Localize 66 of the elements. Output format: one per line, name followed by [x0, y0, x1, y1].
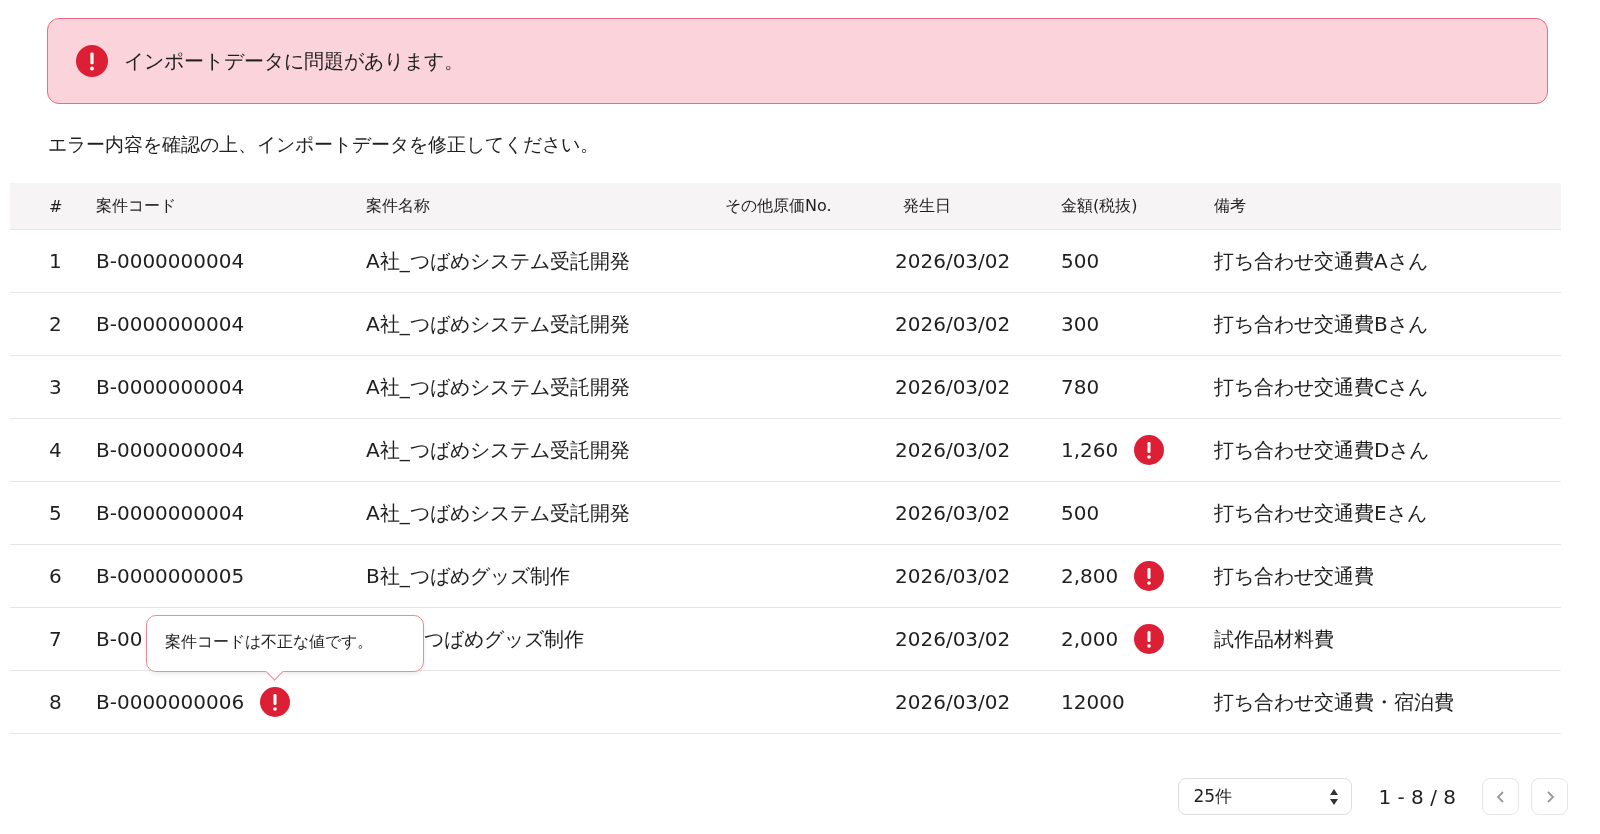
table-cell: 12000 [1061, 690, 1125, 714]
table-cell-text: 打ち合わせ交通費・宿泊費 [1214, 688, 1455, 716]
table-cell: 1,260 [1061, 438, 1119, 462]
table-cell: B-0000000004 [96, 501, 245, 525]
row-number: 4 [48, 438, 63, 462]
table-cell-text: 打ち合わせ交通費Bさん [1214, 310, 1429, 338]
column-header: 備考 [1214, 195, 1247, 217]
table-cell-text: 2026/03/02 [895, 690, 1012, 714]
table-cell-text: 2026/03/02 [895, 312, 1012, 336]
row-number: 6 [48, 564, 63, 588]
table-cell-text: 2026/03/02 [895, 375, 1012, 399]
table-cell: 300 [1061, 312, 1100, 336]
column-header: その他原価No. [725, 195, 833, 217]
table-cell-text: 打ち合わせ交通費Eさん [1214, 499, 1428, 527]
table-cell: B-00 [96, 627, 143, 651]
error-icon[interactable] [260, 687, 291, 717]
page-range: 1 - 8 / 8 [1378, 784, 1456, 809]
table-cell: A社_つばめシステム受託開発 [366, 248, 630, 273]
table-cell-text: 打ち合わせ交通費Dさん [1214, 436, 1431, 464]
table-cell: B社_つばめグッズ制作 [366, 563, 570, 588]
table-cell: A社_つばめシステム受託開発 [366, 311, 630, 336]
table-cell: つばめグッズ制作 [424, 626, 584, 651]
column-header: 発生日 [902, 195, 952, 217]
alert-message: インポートデータに問題があります。 [124, 47, 464, 75]
column-header: 案件名称 [366, 195, 431, 217]
table-cell-text: 2026/03/02 [895, 249, 1012, 273]
table-cell-text: 2026/03/02 [895, 501, 1012, 525]
table-cell: B-0000000004 [96, 438, 245, 462]
column-header: 金額(税抜) [1061, 195, 1139, 217]
table-cell: 2,800 [1061, 564, 1119, 588]
table-cell: B-0000000004 [96, 312, 245, 336]
error-icon [76, 45, 108, 77]
table-cell: B-0000000004 [96, 249, 245, 273]
table-cell-text: 打ち合わせ交通費Aさん [1214, 247, 1429, 275]
table-cell-text: 試作品材料費 [1214, 625, 1335, 653]
error-icon[interactable] [1134, 561, 1165, 591]
table-cell: A社_つばめシステム受託開発 [366, 500, 630, 525]
row-number: 1 [48, 249, 63, 273]
chevron-right-icon [1544, 789, 1555, 804]
row-number: 3 [48, 375, 63, 399]
error-icon[interactable] [1134, 624, 1165, 654]
table-cell: B-0000000004 [96, 375, 245, 399]
table-cell: 500 [1061, 501, 1100, 525]
chevron-left-icon [1495, 789, 1506, 804]
row-number: 2 [48, 312, 63, 336]
table-cell-text: 2026/03/02 [895, 564, 1012, 588]
table-cell: A社_つばめシステム受託開発 [366, 437, 630, 462]
table-cell-text: 2026/03/02 [895, 438, 1012, 462]
row-number: 5 [48, 501, 63, 525]
row-number: 8 [48, 690, 63, 714]
sort-caret-icon [1329, 787, 1340, 806]
error-icon[interactable] [1134, 435, 1165, 465]
table-cell: A社_つばめシステム受託開発 [366, 374, 630, 399]
table-cell: 780 [1061, 375, 1100, 399]
table-cell: 2,000 [1061, 627, 1119, 651]
page-size-select[interactable]: 25件 [1178, 778, 1353, 815]
table-cell-text: 打ち合わせ交通費 [1214, 562, 1375, 590]
table-cell-text: 打ち合わせ交通費Cさん [1214, 373, 1429, 401]
table-cell: B-0000000006 [96, 690, 245, 714]
table-cell: B-0000000005 [96, 564, 245, 588]
column-header: # [48, 196, 64, 216]
table-cell: 500 [1061, 249, 1100, 273]
row-number: 7 [48, 627, 63, 651]
instruction-text: エラー内容を確認の上、インポートデータを修正してください。 [48, 132, 600, 157]
table-cell-text: 2026/03/02 [895, 627, 1012, 651]
column-header: 案件コード [96, 195, 177, 217]
